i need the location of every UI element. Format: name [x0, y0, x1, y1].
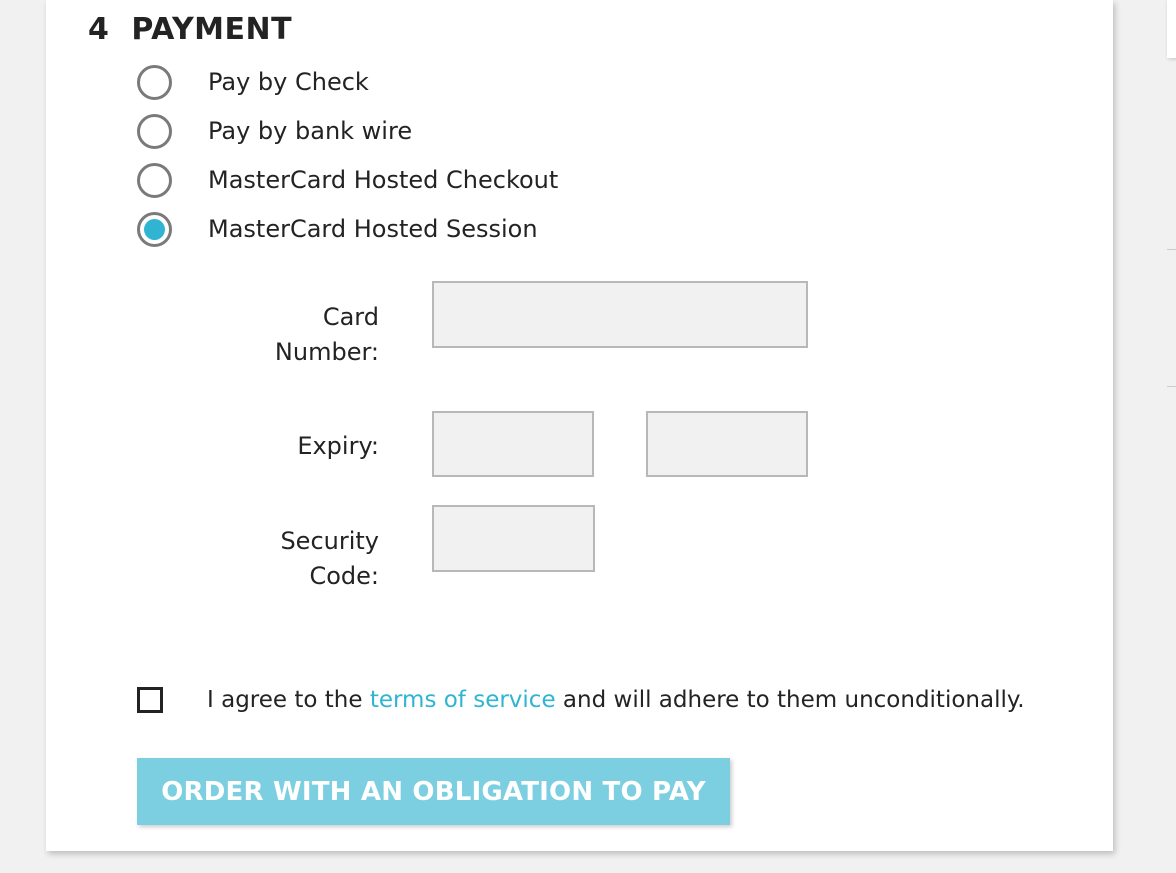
security-code-label: Security Code: [239, 524, 379, 594]
expiry-year-field[interactable] [646, 411, 808, 477]
radio-dot [144, 218, 165, 240]
side-divider [1167, 249, 1176, 250]
payment-option-label: Pay by bank wire [208, 117, 413, 145]
terms-of-service-link[interactable]: terms of service [370, 687, 556, 713]
expiry-month-field[interactable] [432, 411, 594, 477]
payment-option-label: MasterCard Hosted Session [208, 215, 538, 243]
security-code-field[interactable] [432, 505, 595, 572]
radio-button[interactable] [137, 64, 172, 100]
card-number-field[interactable] [432, 281, 808, 348]
section-title: 4 PAYMENT [88, 12, 292, 47]
card-number-label: Card Number: [239, 300, 379, 370]
payment-option-label: MasterCard Hosted Checkout [208, 166, 559, 194]
step-number: 4 [88, 12, 110, 47]
payment-option-label: Pay by Check [208, 68, 369, 96]
checkout-page: 4 PAYMENT Pay by Check Pay by bank wire M… [0, 0, 1176, 873]
terms-agreement: I agree to the terms of service and will… [137, 686, 1025, 714]
step-title: PAYMENT [131, 12, 293, 47]
terms-checkbox[interactable] [137, 687, 163, 713]
payment-option-bank-wire[interactable]: Pay by bank wire [137, 113, 412, 149]
terms-text: I agree to the terms of service and will… [207, 687, 1025, 713]
terms-suffix: and will adhere to them unconditionally. [555, 687, 1025, 713]
radio-button[interactable] [137, 162, 172, 198]
card-number-label-line2: Number: [274, 338, 379, 366]
security-code-label-line1: Security [280, 527, 379, 555]
payment-option-hosted-checkout[interactable]: MasterCard Hosted Checkout [137, 162, 558, 198]
side-divider [1167, 386, 1176, 387]
payment-option-check[interactable]: Pay by Check [137, 64, 369, 100]
order-button[interactable]: ORDER WITH AN OBLIGATION TO PAY [137, 758, 730, 825]
side-panel-edge [1167, 0, 1176, 58]
radio-button[interactable] [137, 211, 172, 247]
terms-prefix: I agree to the [207, 687, 370, 713]
card-number-label-line1: Card [322, 303, 379, 331]
payment-option-hosted-session[interactable]: MasterCard Hosted Session [137, 211, 538, 247]
radio-button[interactable] [137, 113, 172, 149]
expiry-label: Expiry: [297, 432, 379, 460]
security-code-label-line2: Code: [309, 562, 379, 590]
